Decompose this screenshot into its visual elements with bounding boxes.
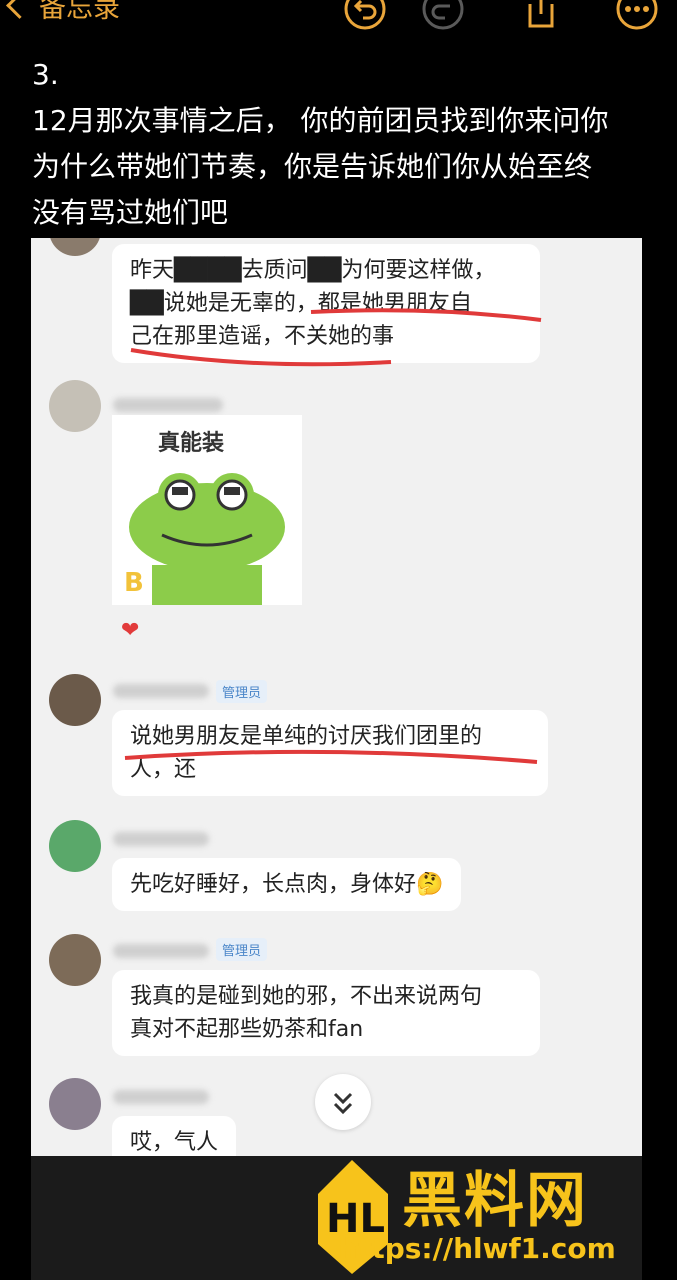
avatar [49,934,101,986]
back-button[interactable]: 备忘录 [0,0,120,25]
message-text: 先吃好睡好，长点肉，身体好🤔 [130,872,444,897]
note-line: 没有骂过她们吧 [32,196,229,229]
note-line: 为什么带她们节奏，你是告诉她们你从始至终 [32,150,593,183]
frog-icon: B [124,473,285,605]
sender-name-blurred [113,832,209,846]
double-chevron-down-icon [333,1092,353,1115]
avatar [49,820,101,872]
chevron-left-icon [6,0,33,19]
note-line: 3. [32,58,59,91]
message-text: 真对不起那些奶茶和fan [130,1017,364,1042]
svg-text:B: B [124,568,144,598]
message-text: 昨天████去质问██为何要这样做， [130,258,496,283]
message-bubble: 哎，气人 [112,1116,237,1156]
sender-name-blurred [113,684,209,698]
scroll-to-bottom-button[interactable] [315,1074,371,1130]
message-bubble: 先吃好睡好，长点肉，身体好🤔 [112,858,462,911]
note-body[interactable]: 3. 12月那次事情之后， 你的前团员找到你来问你 为什么带她们节奏，你是告诉她… [32,52,642,236]
brand-name: 黑料网 [402,1166,588,1236]
avatar [49,674,101,726]
brand-url: https://hlwf1.com [338,1232,616,1265]
sender-name-blurred [113,398,223,412]
message-text: 我真的是碰到她的邪，不出来说两句 [130,984,483,1009]
admin-badge: 管理员 [216,938,268,961]
message-bubble: 我真的是碰到她的邪，不出来说两句 真对不起那些奶茶和fan [112,970,540,1056]
sender-name-blurred [113,944,209,958]
avatar [49,380,101,432]
avatar [49,238,101,256]
admin-badge: 管理员 [216,680,268,703]
reaction[interactable]: ❤ [121,618,139,643]
undo-icon[interactable] [342,0,388,32]
redo-icon[interactable] [420,0,466,32]
more-icon[interactable] [614,0,660,32]
share-icon[interactable] [518,0,564,32]
red-underline [124,749,538,764]
message-text: 哎，气人 [130,1130,219,1155]
sender-name-blurred [113,1090,209,1104]
red-underline [130,308,542,367]
note-line: 12月那次事情之后， 你的前团员找到你来问你 [32,104,609,137]
avatar [49,1078,101,1130]
sticker: 真能装 B [112,415,302,605]
back-label: 备忘录 [39,0,120,24]
chat-screenshot: 昨天████去质问██为何要这样做， ██说她是无辜的，都是她男朋友自 己在那里… [31,238,642,1156]
heart-icon: ❤ [121,618,140,643]
top-bar: 备忘录 [0,0,677,40]
